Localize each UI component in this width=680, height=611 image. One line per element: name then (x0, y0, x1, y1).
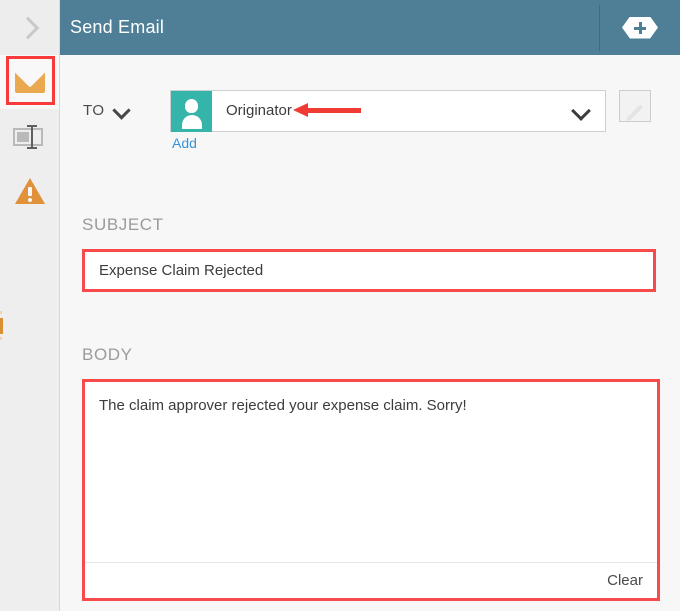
body-textarea[interactable]: The claim approver rejected your expense… (85, 382, 657, 562)
main-content: TO Originator Add SUBJECT BODY The cl (60, 55, 680, 611)
add-button[interactable] (622, 16, 658, 39)
subject-label: SUBJECT (82, 215, 164, 234)
edit-recipient-button (619, 90, 651, 122)
page-title: Send Email (70, 17, 165, 37)
sidebar-item-form-field[interactable] (0, 110, 59, 164)
body-field-wrapper: The claim approver rejected your expense… (82, 379, 660, 601)
header-actions (599, 0, 680, 55)
warning-triangle-icon (14, 177, 45, 205)
user-avatar-icon (171, 91, 212, 132)
send-email-screen: Send Email TO Originator Add SUBJECT Exp… (0, 0, 680, 611)
to-row: TO Originator Add (60, 90, 680, 151)
to-dropdown-toggle[interactable] (112, 101, 131, 120)
edge-marker-top (0, 311, 2, 314)
edge-marker (0, 318, 3, 334)
chevron-right-icon (16, 16, 39, 39)
header-divider (599, 4, 600, 51)
sidebar-item-email[interactable] (0, 55, 59, 109)
input-field-icon (12, 125, 47, 149)
to-label: TO (83, 102, 105, 119)
left-rail (0, 0, 60, 611)
subject-input[interactable] (85, 252, 653, 289)
chevron-down-icon (571, 101, 591, 121)
pencil-icon (628, 104, 643, 120)
clear-button[interactable]: Clear (607, 572, 643, 589)
recipient-name: Originator (226, 102, 292, 119)
sidebar-item-alert[interactable] (0, 164, 59, 218)
edge-marker-bottom (0, 337, 2, 340)
envelope-icon (14, 71, 45, 93)
recipient-select[interactable]: Originator (170, 90, 606, 132)
body-footer: Clear (85, 562, 657, 598)
add-recipient-link[interactable]: Add (172, 135, 197, 151)
subject-field-wrapper (82, 249, 656, 292)
body-label: BODY (82, 345, 133, 364)
rail-expand-button[interactable] (0, 0, 59, 55)
page-header: Send Email (60, 0, 680, 55)
